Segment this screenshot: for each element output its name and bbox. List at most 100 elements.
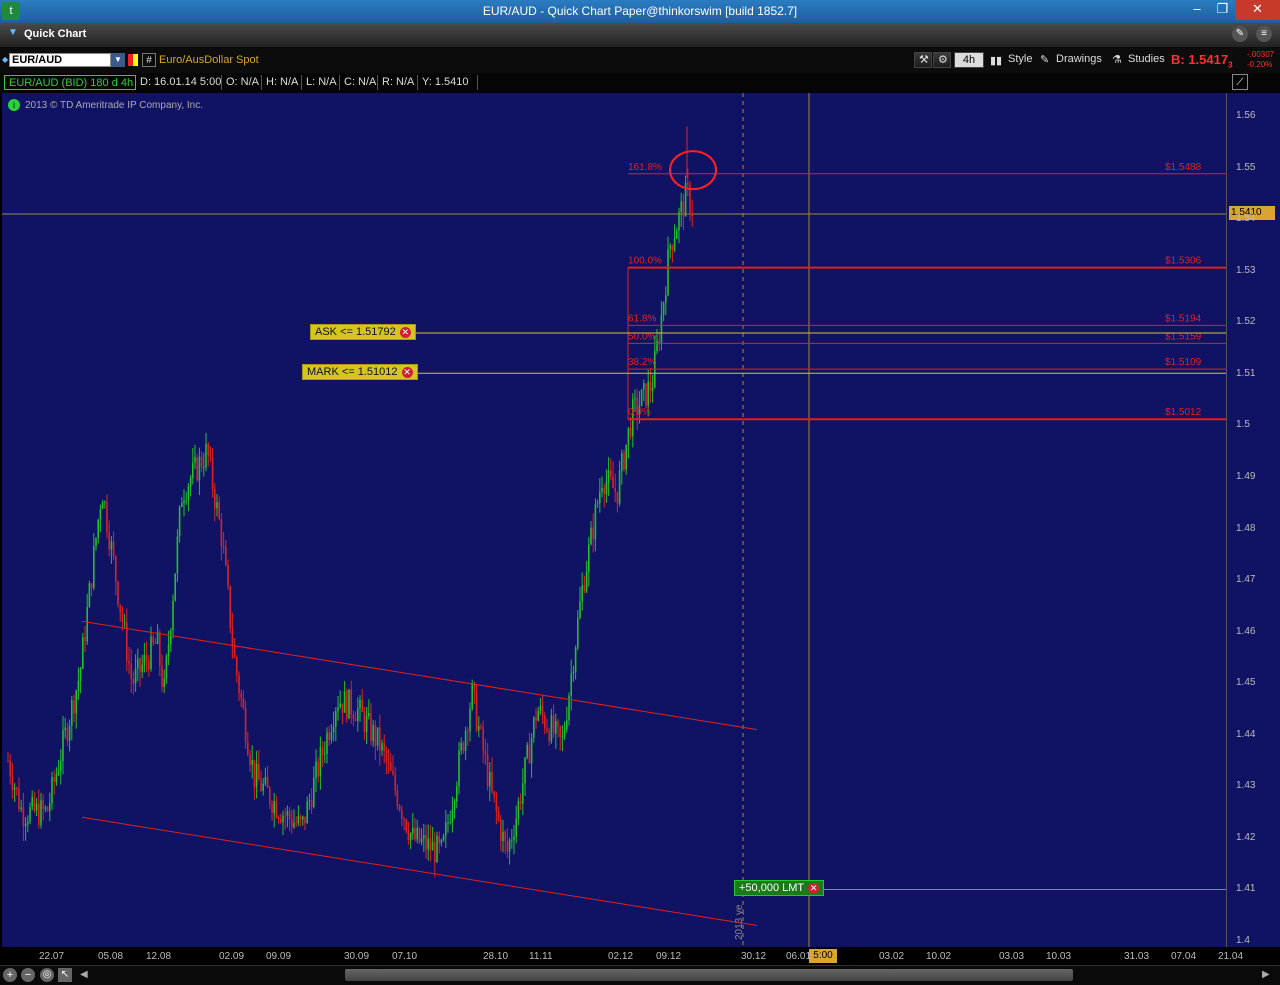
candle-body <box>585 571 588 592</box>
info-low: L: N/A <box>302 75 340 90</box>
x-tick-label: 03.03 <box>999 951 1025 962</box>
candle-body <box>328 732 330 741</box>
candle-body <box>242 697 245 709</box>
candle-body <box>49 802 51 812</box>
cancel-limit-icon[interactable]: ✕ <box>808 882 820 894</box>
candle-body <box>618 470 621 504</box>
chart-mode-icon[interactable]: ⟋ <box>1232 74 1248 90</box>
candle-body <box>22 807 25 827</box>
candle-body <box>634 397 636 400</box>
mark-order-label[interactable]: MARK <= 1.51012 ✕ <box>302 364 418 380</box>
candle-body <box>407 831 410 840</box>
fib-price-label: $1.5012 <box>1165 407 1202 418</box>
candle-body <box>141 664 143 672</box>
candle-body <box>517 801 520 819</box>
candle-body <box>354 718 357 721</box>
limit-order-label[interactable]: +50,000 LMT ✕ <box>734 880 825 896</box>
fib-pct-label: 161.8% <box>628 162 662 173</box>
zoom-out-icon[interactable]: − <box>21 968 35 982</box>
candle-body <box>35 803 38 811</box>
menu-icon[interactable]: ≡ <box>1256 26 1272 42</box>
symbol-dropdown-button[interactable]: ▼ <box>111 53 125 67</box>
candle-body <box>548 730 550 742</box>
candle-body <box>671 245 674 250</box>
x-tick-label: 03.02 <box>879 951 905 962</box>
candle-body <box>269 787 271 805</box>
candle-body <box>676 230 678 239</box>
scroll-thumb[interactable] <box>345 969 1073 981</box>
candle-body <box>42 800 44 809</box>
style-button[interactable]: Style <box>1004 52 1036 68</box>
ask-order-text: ASK <= 1.51792 <box>315 326 396 338</box>
pin-icon[interactable]: ✎ <box>1232 26 1248 42</box>
candle-body <box>434 842 436 863</box>
candle-body <box>687 182 689 185</box>
drawing-tools-icon[interactable]: ⚒ <box>914 52 932 68</box>
candle-body <box>431 842 434 851</box>
drawings-button[interactable]: Drawings <box>1052 52 1106 68</box>
year-end-label: 2013 ye <box>734 904 745 940</box>
candle-body <box>469 708 471 732</box>
candle-body <box>392 770 394 774</box>
collapse-icon[interactable]: ▼ <box>8 27 18 38</box>
maximize-button[interactable]: ❐ <box>1210 0 1235 20</box>
candle-body <box>440 840 443 844</box>
cursor-icon[interactable]: ↖ <box>58 968 72 982</box>
ask-order-label[interactable]: ASK <= 1.51792 ✕ <box>310 324 416 340</box>
candle-body <box>53 776 55 782</box>
timeframe-button[interactable]: 4h <box>954 52 984 68</box>
fib-price-label: $1.5109 <box>1165 357 1202 368</box>
candle-body <box>266 776 269 788</box>
info-range: R: N/A <box>378 75 418 90</box>
candle-body <box>297 816 300 824</box>
candle-body <box>464 730 467 751</box>
scroll-right-icon[interactable]: ▶ <box>1262 969 1270 980</box>
cancel-ask-icon[interactable]: ✕ <box>399 326 411 338</box>
window-title: EUR/AUD - Quick Chart Paper@thinkorswim … <box>482 4 798 18</box>
symbol-input[interactable]: EUR/AUD <box>9 53 111 67</box>
minimize-button[interactable]: – <box>1184 0 1210 20</box>
price-chart[interactable]: 161.8% $1.5488 100.0% $1.5306 61.8% $1.5194 50… <box>2 93 1226 947</box>
candle-body <box>405 819 407 832</box>
candle-body <box>255 764 258 787</box>
candle-body <box>563 729 566 737</box>
candles-icon: ▮▮ <box>990 55 1003 67</box>
copyright-text: 2013 © TD Ameritrade IP Company, Inc. <box>25 100 204 111</box>
chart-scrollbar[interactable]: + − ◎ ↖ ◀ ▶ <box>0 965 1280 985</box>
candle-body <box>506 840 509 852</box>
y-tick-label: 1.4 <box>1236 935 1250 946</box>
zoom-fit-icon[interactable]: ◎ <box>40 968 54 982</box>
candle-body <box>161 665 163 688</box>
candle-body <box>187 486 190 501</box>
candle-body <box>310 800 313 808</box>
candle-body <box>601 488 603 492</box>
candle-body <box>225 546 227 566</box>
candle-body <box>18 788 20 810</box>
candle-body <box>101 502 104 510</box>
candle-body <box>214 488 216 509</box>
studies-button[interactable]: Studies <box>1124 52 1168 68</box>
candle-body <box>119 604 121 613</box>
hash-button[interactable]: # <box>142 53 156 67</box>
candle-body <box>178 506 181 537</box>
wrench-icon[interactable]: ⚙ <box>933 52 951 68</box>
candle-body <box>621 453 623 471</box>
candle-body <box>489 771 491 787</box>
candle-body <box>475 691 478 731</box>
zoom-in-icon[interactable]: + <box>3 968 17 982</box>
close-button[interactable]: ✕ <box>1235 0 1280 20</box>
candle-body <box>526 744 528 758</box>
candle-body <box>137 658 139 669</box>
candle-body <box>577 618 579 648</box>
candle-body <box>211 456 214 489</box>
y-tick-label: 1.52 <box>1236 316 1256 328</box>
scroll-left-icon[interactable]: ◀ <box>80 969 88 980</box>
candle-body <box>337 707 339 711</box>
candle-body <box>579 601 581 619</box>
candle-body <box>117 581 119 605</box>
cancel-mark-icon[interactable]: ✕ <box>401 366 413 378</box>
candle-body <box>427 838 429 850</box>
candle-body <box>418 827 421 843</box>
price-change: -.00307 <box>1247 50 1275 59</box>
candle-body <box>539 705 542 712</box>
